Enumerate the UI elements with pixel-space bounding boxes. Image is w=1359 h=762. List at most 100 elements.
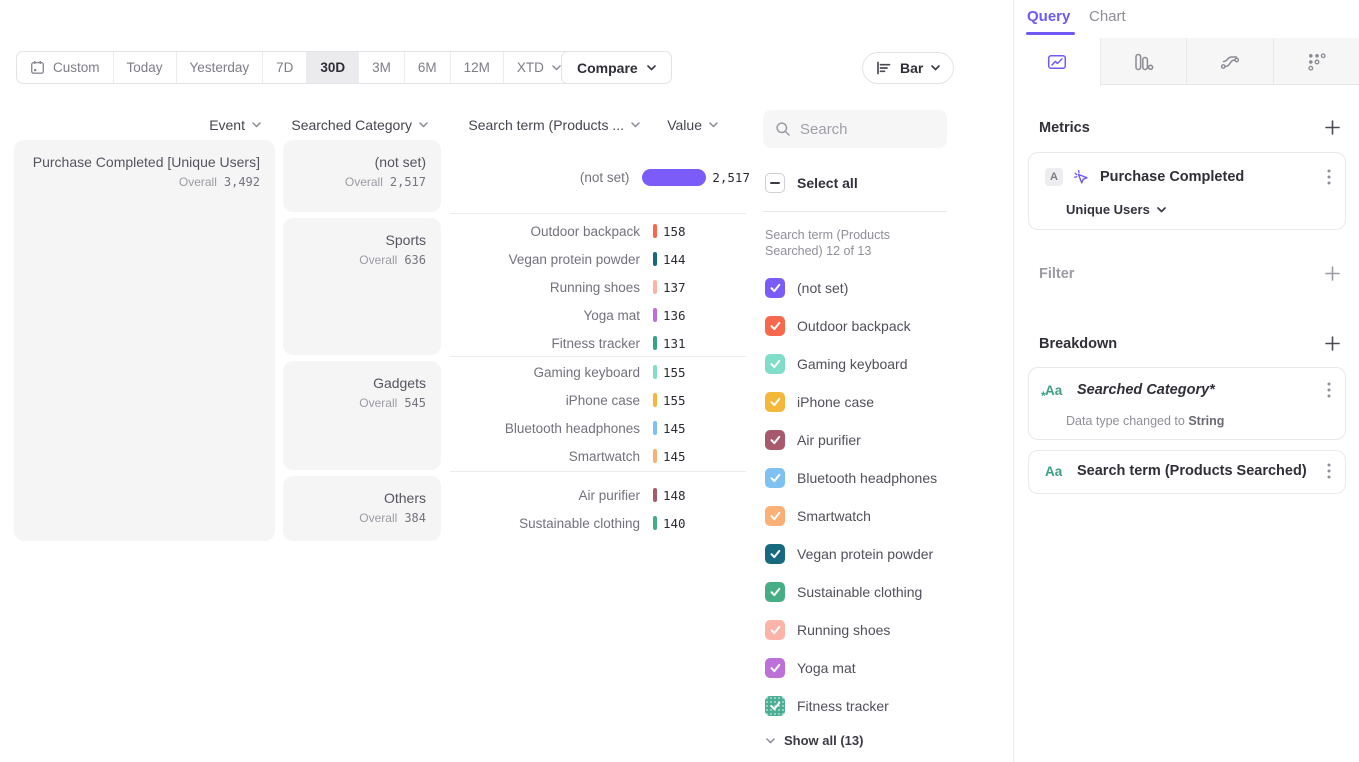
- analytics-app: Custom Today Yesterday 7D 30D 3M 6M 12M …: [0, 0, 1359, 762]
- report-tab-retention[interactable]: [1274, 38, 1359, 85]
- term-label: Outdoor backpack: [450, 224, 640, 239]
- legend-item[interactable]: Fitness tracker: [765, 694, 889, 718]
- legend-item[interactable]: Air purifier: [765, 428, 861, 452]
- value-bar: [653, 365, 657, 379]
- checkbox-checked[interactable]: [765, 392, 785, 412]
- chevron-down-icon: [631, 122, 640, 128]
- table-row: Vegan protein powder 144: [450, 245, 750, 273]
- legend-item[interactable]: Vegan protein powder: [765, 542, 933, 566]
- column-header-label: Value: [667, 117, 702, 133]
- breakdown-card-row: Aa * Searched Category*: [1029, 368, 1345, 398]
- metrics-heading: Metrics: [1039, 120, 1090, 136]
- value-bar: [653, 488, 657, 502]
- checkbox-checked[interactable]: [765, 506, 785, 526]
- legend-item[interactable]: Sustainable clothing: [765, 580, 922, 604]
- category-name: Gadgets: [283, 375, 426, 391]
- column-header-event[interactable]: Event: [14, 117, 261, 133]
- date-range-30d[interactable]: 30D: [307, 52, 359, 83]
- date-range-label: 30D: [320, 60, 345, 75]
- legend-item[interactable]: Running shoes: [765, 618, 890, 642]
- date-range-3m[interactable]: 3M: [359, 52, 405, 83]
- kebab-menu-icon[interactable]: [1327, 169, 1331, 185]
- checkbox-checked[interactable]: [765, 544, 785, 564]
- search-box: [763, 110, 947, 148]
- date-range-7d[interactable]: 7D: [263, 52, 307, 83]
- select-all-checkbox[interactable]: [765, 173, 785, 193]
- compare-button[interactable]: Compare: [561, 51, 672, 84]
- checkbox-checked[interactable]: [765, 468, 785, 488]
- column-header-search-term[interactable]: Search term (Products ...: [450, 117, 640, 133]
- tab-chart[interactable]: Chart: [1089, 8, 1126, 25]
- checkbox-checked[interactable]: [765, 620, 785, 640]
- chevron-down-icon: [709, 122, 718, 128]
- legend-item[interactable]: Gaming keyboard: [765, 352, 908, 376]
- metric-card[interactable]: A Purchase Completed Unique Users: [1028, 152, 1346, 230]
- breakdown-title: Search term (Products Searched): [1077, 463, 1317, 479]
- term-label: (not set): [450, 170, 629, 185]
- checkbox-checked[interactable]: [765, 582, 785, 602]
- report-tab-insights[interactable]: [1014, 38, 1101, 86]
- table-row: Bluetooth headphones 145: [450, 414, 750, 442]
- table-row: iPhone case 155: [450, 386, 750, 414]
- metric-aggregation-dropdown[interactable]: Unique Users: [1066, 202, 1166, 217]
- legend-label: Gaming keyboard: [797, 356, 908, 372]
- term-label: Yoga mat: [450, 308, 640, 323]
- breakdown-card-search-term[interactable]: Aa Search term (Products Searched): [1028, 450, 1346, 494]
- chart-type-dropdown[interactable]: Bar: [862, 52, 954, 84]
- column-header-value[interactable]: Value: [648, 117, 718, 133]
- term-label: Running shoes: [450, 280, 640, 295]
- legend-item[interactable]: (not set): [765, 276, 848, 300]
- report-tab-flows[interactable]: [1187, 38, 1274, 85]
- date-range-custom[interactable]: Custom: [17, 52, 114, 83]
- checkbox-checked[interactable]: [765, 354, 785, 374]
- legend-item[interactable]: Smartwatch: [765, 504, 871, 528]
- checkbox-checked[interactable]: [765, 658, 785, 678]
- legend-item[interactable]: iPhone case: [765, 390, 874, 414]
- column-header-searched-category[interactable]: Searched Category: [283, 117, 428, 133]
- checkbox-checked[interactable]: [765, 696, 785, 716]
- show-all-button[interactable]: Show all (13): [766, 733, 863, 748]
- kebab-menu-icon[interactable]: [1327, 463, 1331, 479]
- term-label: iPhone case: [450, 393, 640, 408]
- checkbox-checked[interactable]: [765, 278, 785, 298]
- legend-item[interactable]: Bluetooth headphones: [765, 466, 937, 490]
- search-input[interactable]: [800, 121, 930, 138]
- select-all-row[interactable]: Select all: [765, 173, 858, 193]
- add-breakdown-button[interactable]: [1324, 335, 1341, 352]
- column-header-label: Search term (Products ...: [468, 117, 624, 133]
- table-row: Air purifier 148: [450, 481, 750, 509]
- report-tab-funnels[interactable]: [1101, 38, 1188, 85]
- legend-label: Running shoes: [797, 622, 890, 638]
- breakdown-title: Searched Category*: [1077, 382, 1317, 398]
- date-range-yesterday[interactable]: Yesterday: [177, 52, 264, 83]
- date-range-6m[interactable]: 6M: [405, 52, 451, 83]
- category-overall: Overall2,517: [283, 175, 426, 189]
- legend-item[interactable]: Outdoor backpack: [765, 314, 911, 338]
- add-metric-button[interactable]: [1324, 119, 1341, 136]
- date-range-today[interactable]: Today: [114, 52, 177, 83]
- add-filter-button[interactable]: [1324, 265, 1341, 282]
- kebab-menu-icon[interactable]: [1327, 382, 1331, 398]
- legend-label: Yoga mat: [797, 660, 856, 676]
- event-overall: Overall3,492: [14, 175, 260, 189]
- legend-item[interactable]: Yoga mat: [765, 656, 856, 680]
- date-range-12m[interactable]: 12M: [451, 52, 504, 83]
- metric-card-row: A Purchase Completed: [1029, 153, 1345, 186]
- breakdown-card-searched-category[interactable]: Aa * Searched Category* Data type change…: [1028, 367, 1346, 440]
- checkbox-checked[interactable]: [765, 430, 785, 450]
- select-all-label: Select all: [797, 175, 858, 191]
- value-bar: [653, 336, 657, 350]
- group-divider: [450, 471, 746, 472]
- chevron-down-icon: [931, 65, 940, 71]
- term-label: Air purifier: [450, 488, 640, 503]
- tab-query[interactable]: Query: [1027, 8, 1070, 25]
- metric-letter-badge: A: [1045, 168, 1063, 186]
- group-divider: [450, 356, 746, 357]
- category-name: Sports: [283, 232, 426, 248]
- event-cell: Purchase Completed [Unique Users] Overal…: [14, 140, 275, 541]
- term-label: Fitness tracker: [450, 336, 640, 351]
- panel-divider: [763, 211, 947, 212]
- show-all-label: Show all (13): [784, 733, 863, 748]
- breakdown-note: Data type changed to String: [1066, 414, 1224, 428]
- checkbox-checked[interactable]: [765, 316, 785, 336]
